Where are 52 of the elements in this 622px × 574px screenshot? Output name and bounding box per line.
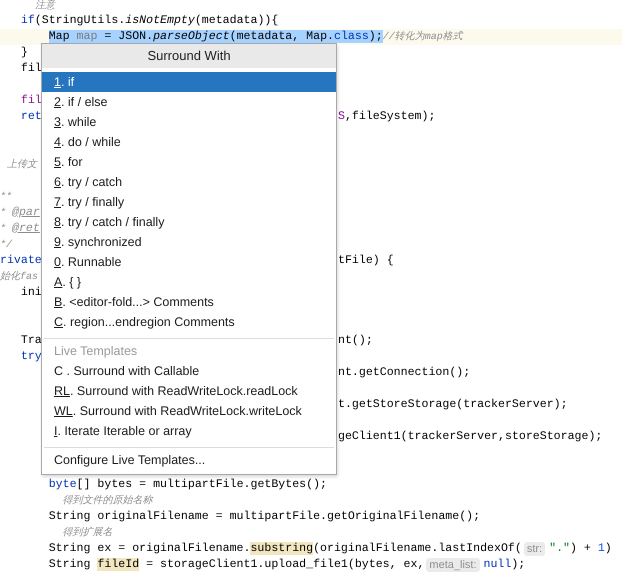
menu-item[interactable]: 6. try / catch — [42, 172, 336, 192]
parameter-hint: meta_list: — [426, 558, 480, 572]
menu-item[interactable]: A. { } — [42, 272, 336, 292]
code-text: */ — [0, 238, 12, 252]
section-header: Live Templates — [53, 343, 138, 360]
menu-item[interactable]: I. Iterate Iterable or array — [42, 421, 336, 441]
code-text: nt(); — [338, 333, 373, 349]
menu-item[interactable]: RL. Surround with ReadWriteLock.readLock — [42, 381, 336, 401]
code-text: geClient1(trackerServer,storeStorage); — [338, 429, 602, 445]
code-text: } — [20, 45, 28, 61]
menu-item[interactable]: 5. for — [42, 152, 336, 172]
code-text: 始化fas — [0, 270, 38, 284]
menu-item[interactable]: 0. Runnable — [42, 252, 336, 272]
code-text: String ex = originalFilename.substring(originalFilename.lastIndexOf( — [48, 541, 522, 557]
popup-title: Surround With — [42, 44, 336, 68]
code-text: 得到扩展名 — [62, 526, 113, 540]
code-text: Tra — [20, 333, 42, 349]
parameter-hint: str: — [524, 542, 546, 556]
code-text: t.getStoreStorage(trackerServer); — [338, 397, 568, 413]
menu-item[interactable]: B. <editor-fold...> Comments — [42, 292, 336, 312]
menu-item[interactable]: 1. if — [42, 72, 336, 92]
code-text: tFile) { — [338, 253, 394, 269]
code-text: nt.getConnection(); — [338, 365, 470, 381]
menu-item[interactable]: 2. if / else — [42, 92, 336, 112]
code-text: ini — [20, 285, 42, 301]
code-text: String originalFilename = multipartFile.getOriginalFilename(); — [48, 509, 480, 525]
menu-item[interactable]: 7. try / finally — [42, 192, 336, 212]
code-text: ** — [0, 190, 12, 204]
code-text: * @par — [0, 204, 40, 220]
menu-item[interactable]: Configure Live Templates... — [42, 450, 336, 470]
code-text: null); — [484, 557, 526, 573]
menu-item[interactable]: 9. synchronized — [42, 232, 336, 252]
menu-item[interactable]: C. region...endregion Comments — [42, 312, 336, 332]
menu-item[interactable]: 3. while — [42, 112, 336, 132]
menu-item[interactable]: 8. try / catch / finally — [42, 212, 336, 232]
code-text: if(StringUtils.isNotEmpty(metadata)){ — [20, 13, 278, 29]
code-text: * @ret — [0, 220, 40, 236]
code-text: ".") + 1) — [549, 541, 612, 557]
code-text: S,fileSystem); — [338, 109, 436, 125]
code-text: 上传文 — [6, 158, 37, 172]
code-text: 得到文件的原始名称 — [62, 494, 153, 508]
code-text: Map map = JSON.parseObject(metadata, Map.class);//转化为map格式 — [48, 28, 463, 44]
menu-item[interactable]: WL. Surround with ReadWriteLock.writeLock — [42, 401, 336, 421]
code-text: byte[] bytes = multipartFile.getBytes(); — [48, 477, 328, 493]
code-text: fil — [20, 93, 42, 109]
code-text: try — [20, 349, 42, 365]
menu-item[interactable]: C . Surround with Callable — [42, 361, 336, 381]
code-text: ret — [20, 109, 42, 125]
code-text: fil — [20, 61, 42, 77]
code-text: rivate — [0, 253, 42, 269]
code-text: String fileId = storageClient1.upload_file1(bytes, ex, — [48, 557, 424, 573]
menu-item[interactable]: 4. do / while — [42, 132, 336, 152]
